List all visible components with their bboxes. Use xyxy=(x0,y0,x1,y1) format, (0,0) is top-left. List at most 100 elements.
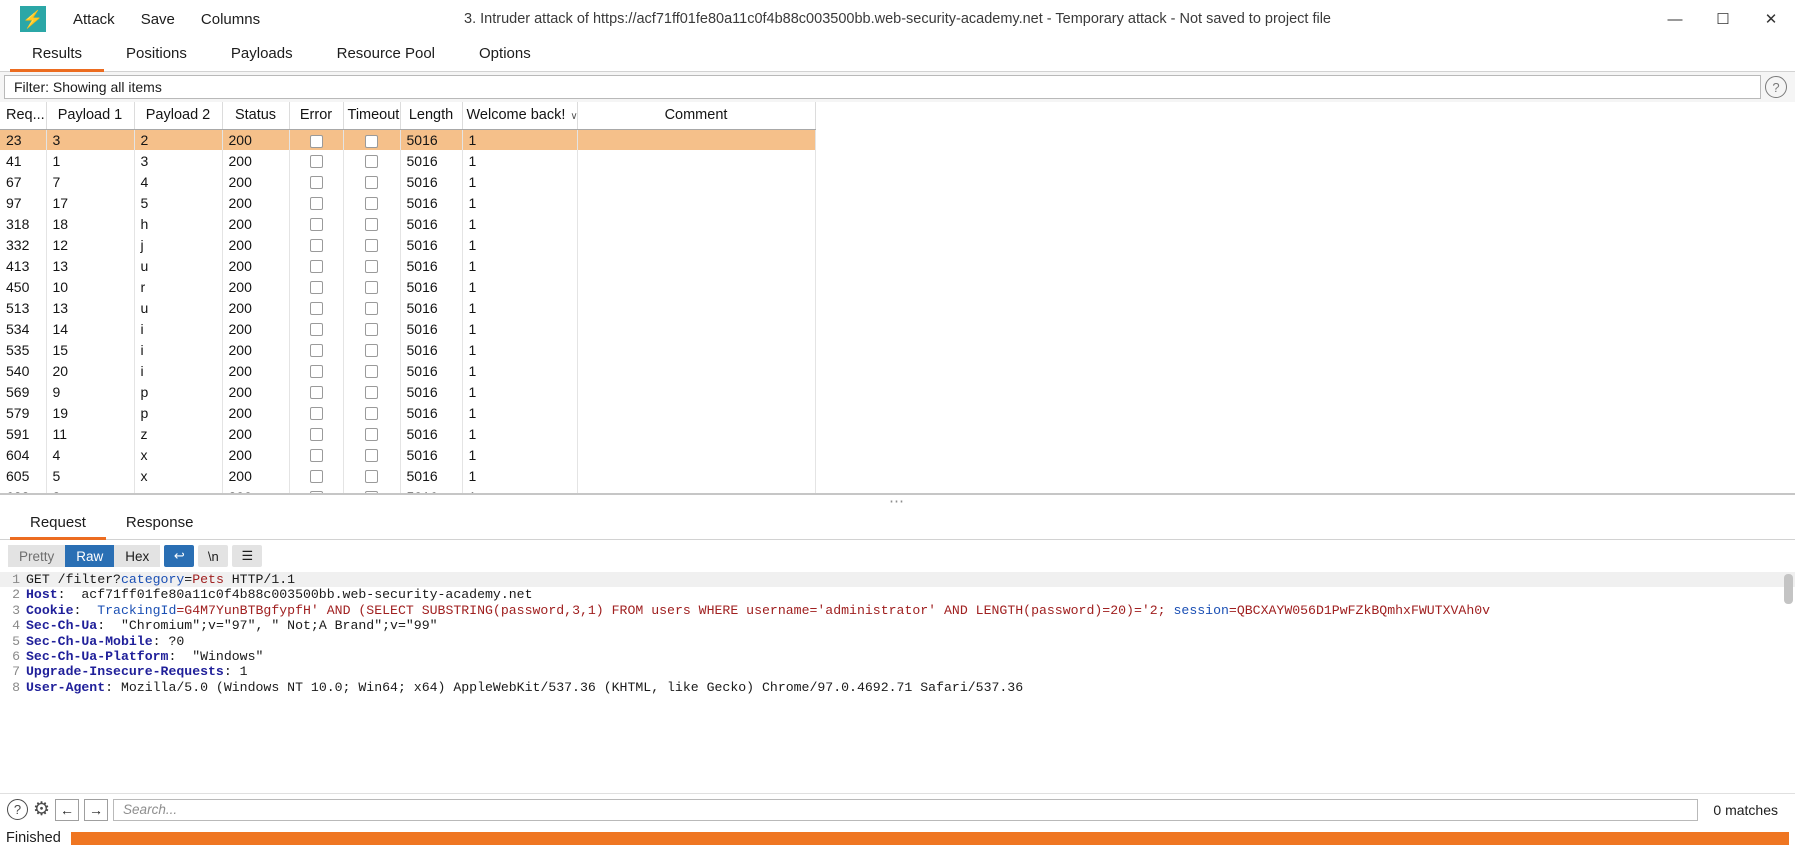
timeout-checkbox[interactable] xyxy=(365,470,378,483)
timeout-checkbox[interactable] xyxy=(365,197,378,210)
tab-results[interactable]: Results xyxy=(10,38,104,72)
timeout-checkbox[interactable] xyxy=(365,323,378,336)
table-row[interactable]: 6044x20050161 xyxy=(0,444,815,465)
table-row[interactable]: 57919p20050161 xyxy=(0,402,815,423)
menu-item-save[interactable]: Save xyxy=(128,7,188,32)
word-wrap-icon[interactable]: ↩ xyxy=(164,545,194,567)
tab-payloads[interactable]: Payloads xyxy=(209,38,315,72)
error-checkbox[interactable] xyxy=(310,176,323,189)
timeout-checkbox[interactable] xyxy=(365,260,378,273)
table-row[interactable]: 31818h20050161 xyxy=(0,213,815,234)
error-checkbox[interactable] xyxy=(310,491,323,494)
error-checkbox[interactable] xyxy=(310,135,323,148)
column-header-length[interactable]: Length xyxy=(400,102,462,129)
timeout-checkbox[interactable] xyxy=(365,281,378,294)
cell-length: 5016 xyxy=(400,276,462,297)
tab-positions[interactable]: Positions xyxy=(104,38,209,72)
filter-bar: Filter: Showing all items ? xyxy=(0,72,1795,102)
error-checkbox[interactable] xyxy=(310,218,323,231)
table-row[interactable]: 6288c20050161 xyxy=(0,486,815,494)
timeout-checkbox[interactable] xyxy=(365,407,378,420)
table-row[interactable]: 411320050161 xyxy=(0,150,815,171)
timeout-checkbox[interactable] xyxy=(365,449,378,462)
menu-item-attack[interactable]: Attack xyxy=(60,7,128,32)
raw-view-button[interactable]: Raw xyxy=(65,545,114,567)
error-checkbox[interactable] xyxy=(310,239,323,252)
error-checkbox[interactable] xyxy=(310,449,323,462)
timeout-checkbox[interactable] xyxy=(365,218,378,231)
search-next-button[interactable]: → xyxy=(84,799,108,821)
error-checkbox[interactable] xyxy=(310,302,323,315)
minimize-button[interactable]: — xyxy=(1651,0,1699,38)
error-checkbox[interactable] xyxy=(310,344,323,357)
error-checkbox[interactable] xyxy=(310,428,323,441)
table-row[interactable]: 41313u20050161 xyxy=(0,255,815,276)
column-header-payload-1[interactable]: Payload 1 xyxy=(46,102,134,129)
table-row[interactable]: 233220050161 xyxy=(0,129,815,150)
table-row[interactable]: 45010r20050161 xyxy=(0,276,815,297)
table-row[interactable]: 59111z20050161 xyxy=(0,423,815,444)
column-header-payload-2[interactable]: Payload 2 xyxy=(134,102,222,129)
column-header-grep-match[interactable]: Welcome back!∨ xyxy=(462,102,577,129)
results-table-container[interactable]: Req... Payload 1 Payload 2 Status Error … xyxy=(0,102,1795,494)
tab-request[interactable]: Request xyxy=(10,507,106,540)
table-row[interactable]: 33212j20050161 xyxy=(0,234,815,255)
cell-status: 200 xyxy=(222,423,289,444)
help-icon[interactable]: ? xyxy=(7,799,28,820)
gear-icon[interactable]: ⚙ xyxy=(33,800,50,819)
tab-resource-pool[interactable]: Resource Pool xyxy=(315,38,457,72)
search-prev-button[interactable]: ← xyxy=(55,799,79,821)
tab-response[interactable]: Response xyxy=(106,507,214,540)
cell-comment xyxy=(577,276,815,297)
timeout-checkbox[interactable] xyxy=(365,302,378,315)
editor-scrollbar-thumb[interactable] xyxy=(1784,574,1793,604)
column-header-timeout[interactable]: Timeout xyxy=(343,102,400,129)
error-checkbox[interactable] xyxy=(310,386,323,399)
timeout-checkbox[interactable] xyxy=(365,365,378,378)
table-row[interactable]: 53414i20050161 xyxy=(0,318,815,339)
cell-length: 5016 xyxy=(400,318,462,339)
table-row[interactable]: 9717520050161 xyxy=(0,192,815,213)
filter-button[interactable]: Filter: Showing all items xyxy=(4,75,1761,99)
menu-item-columns[interactable]: Columns xyxy=(188,7,273,32)
maximize-button[interactable]: ☐ xyxy=(1699,0,1747,38)
column-header-error[interactable]: Error xyxy=(289,102,343,129)
error-checkbox[interactable] xyxy=(310,407,323,420)
timeout-checkbox[interactable] xyxy=(365,428,378,441)
panel-splitter[interactable]: ⋯ xyxy=(0,494,1795,507)
editor-menu-icon[interactable]: ☰ xyxy=(232,545,262,567)
search-input[interactable]: Search... xyxy=(113,799,1698,821)
error-checkbox[interactable] xyxy=(310,323,323,336)
timeout-checkbox[interactable] xyxy=(365,239,378,252)
request-editor[interactable]: 1GET /filter?category=Pets HTTP/1.12Host… xyxy=(0,572,1795,793)
show-newlines-icon[interactable]: \n xyxy=(198,545,228,567)
timeout-checkbox[interactable] xyxy=(365,344,378,357)
table-row[interactable]: 54020i20050161 xyxy=(0,360,815,381)
close-button[interactable]: ✕ xyxy=(1747,0,1795,38)
error-checkbox[interactable] xyxy=(310,365,323,378)
timeout-checkbox[interactable] xyxy=(365,386,378,399)
column-header-status[interactable]: Status xyxy=(222,102,289,129)
timeout-checkbox[interactable] xyxy=(365,491,378,494)
tab-options[interactable]: Options xyxy=(457,38,553,72)
error-checkbox[interactable] xyxy=(310,155,323,168)
chevron-down-icon[interactable]: ∨ xyxy=(570,111,577,122)
column-header-request[interactable]: Req... xyxy=(0,102,46,129)
error-checkbox[interactable] xyxy=(310,470,323,483)
help-icon[interactable]: ? xyxy=(1765,76,1787,98)
table-row[interactable]: 6055x20050161 xyxy=(0,465,815,486)
pretty-view-button[interactable]: Pretty xyxy=(8,545,65,567)
error-checkbox[interactable] xyxy=(310,197,323,210)
table-row[interactable]: 53515i20050161 xyxy=(0,339,815,360)
error-checkbox[interactable] xyxy=(310,260,323,273)
hex-view-button[interactable]: Hex xyxy=(114,545,160,567)
table-row[interactable]: 5699p20050161 xyxy=(0,381,815,402)
timeout-checkbox[interactable] xyxy=(365,176,378,189)
table-row[interactable]: 677420050161 xyxy=(0,171,815,192)
timeout-checkbox[interactable] xyxy=(365,135,378,148)
table-row[interactable]: 51313u20050161 xyxy=(0,297,815,318)
column-header-comment[interactable]: Comment xyxy=(577,102,815,129)
cell-grep: 1 xyxy=(462,339,577,360)
error-checkbox[interactable] xyxy=(310,281,323,294)
timeout-checkbox[interactable] xyxy=(365,155,378,168)
